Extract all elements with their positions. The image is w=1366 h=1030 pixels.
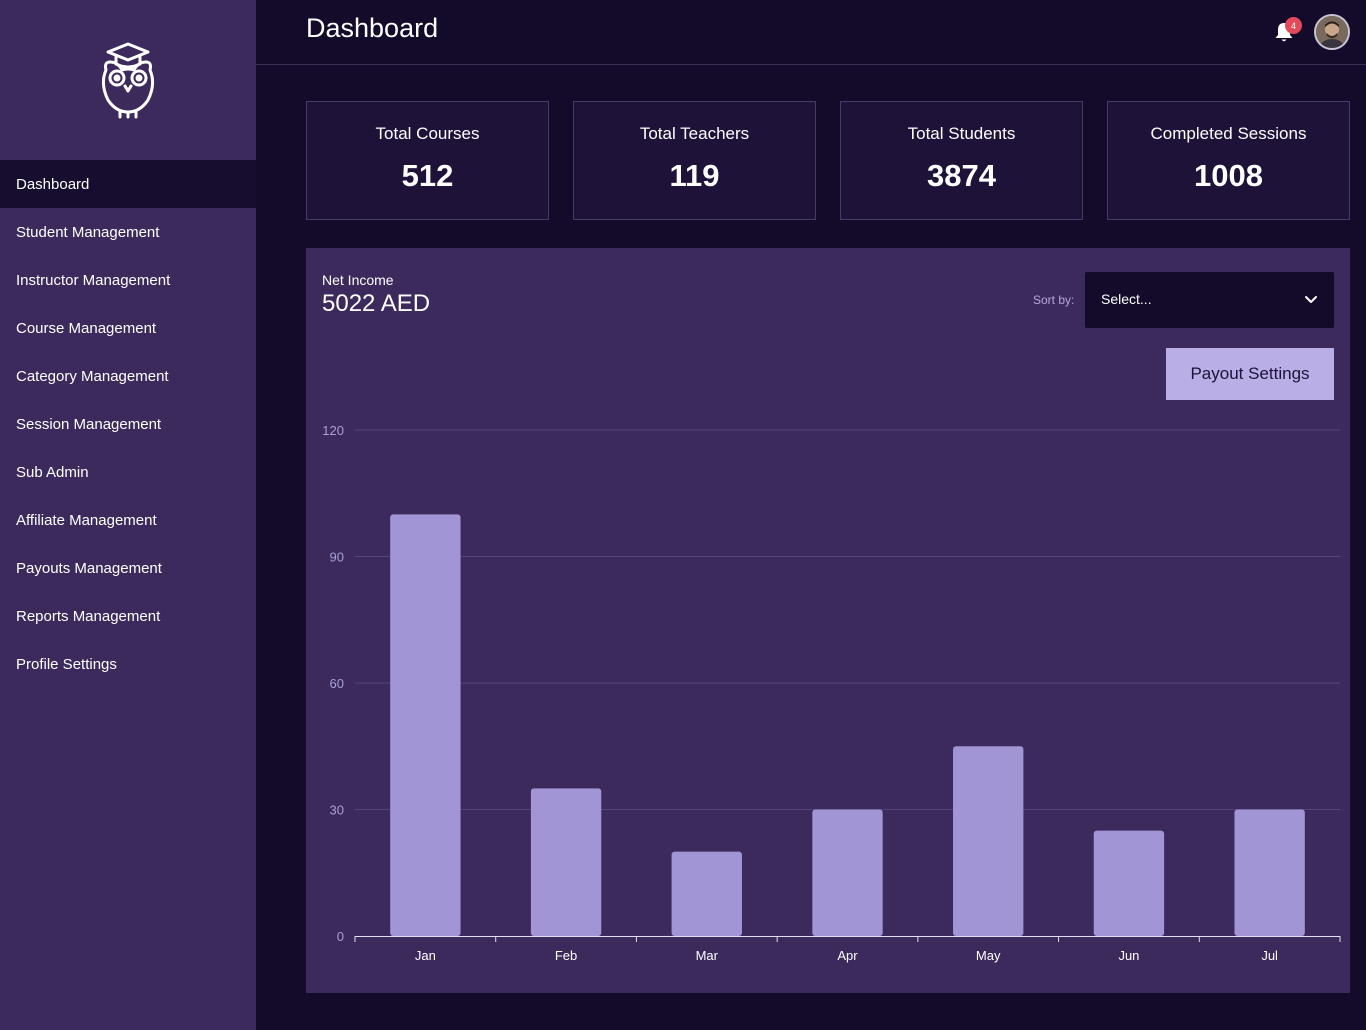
x-tick-label: Jun bbox=[1118, 948, 1139, 963]
logo bbox=[0, 0, 256, 160]
x-tick-label: Jan bbox=[415, 948, 436, 963]
stat-label: Total Students bbox=[907, 124, 1016, 143]
user-avatar-icon bbox=[1316, 16, 1348, 48]
top-header: Dashboard 4 bbox=[256, 0, 1366, 65]
sort-select[interactable]: Select... bbox=[1085, 272, 1334, 328]
stat-card-total-students: Total Students 3874 bbox=[840, 101, 1083, 220]
avatar[interactable] bbox=[1314, 14, 1350, 50]
chevron-down-icon bbox=[1305, 296, 1317, 303]
y-tick-label: 120 bbox=[322, 423, 344, 438]
sidebar-item-sub-admin[interactable]: Sub Admin bbox=[0, 448, 256, 496]
stat-label: Total Courses bbox=[375, 124, 480, 143]
stat-label: Total Teachers bbox=[639, 124, 750, 143]
sidebar-item-profile-settings[interactable]: Profile Settings bbox=[0, 640, 256, 688]
stat-value: 3874 bbox=[927, 158, 996, 193]
net-income-value: 5022 AED bbox=[322, 290, 431, 317]
notification-badge: 4 bbox=[1285, 17, 1302, 34]
bar bbox=[671, 851, 742, 936]
x-tick-label: Apr bbox=[837, 948, 858, 963]
stat-value: 1008 bbox=[1194, 158, 1263, 193]
sidebar-item-payouts-management[interactable]: Payouts Management bbox=[0, 544, 256, 592]
stat-label: Completed Sessions bbox=[1150, 124, 1307, 143]
notifications-button[interactable]: 4 bbox=[1273, 17, 1302, 44]
x-tick-label: Jul bbox=[1261, 948, 1278, 963]
stat-card-total-teachers: Total Teachers 119 bbox=[573, 101, 816, 220]
sidebar-item-reports-management[interactable]: Reports Management bbox=[0, 592, 256, 640]
y-tick-label: 0 bbox=[337, 929, 344, 944]
owl-logo-icon bbox=[101, 42, 155, 119]
stat-value: 119 bbox=[669, 158, 720, 193]
page-title: Dashboard bbox=[306, 13, 439, 43]
bar bbox=[953, 746, 1024, 936]
payout-settings-button[interactable]: Payout Settings bbox=[1166, 348, 1334, 400]
bar bbox=[812, 809, 883, 936]
sidebar-item-student-management[interactable]: Student Management bbox=[0, 208, 256, 256]
sidebar-item-affiliate-management[interactable]: Affiliate Management bbox=[0, 496, 256, 544]
x-tick-label: Mar bbox=[696, 948, 719, 963]
sidebar-nav: Dashboard Student Management Instructor … bbox=[0, 160, 256, 688]
bar bbox=[530, 788, 602, 936]
sort-by-label: Sort by: bbox=[1033, 293, 1075, 307]
stat-value: 512 bbox=[401, 158, 454, 193]
y-tick-label: 60 bbox=[330, 676, 344, 691]
sidebar-item-instructor-management[interactable]: Instructor Management bbox=[0, 256, 256, 304]
sidebar-item-course-management[interactable]: Course Management bbox=[0, 304, 256, 352]
x-tick-label: May bbox=[976, 948, 1001, 963]
net-income-label: Net Income bbox=[322, 272, 394, 288]
x-tick-label: Feb bbox=[555, 948, 577, 963]
stat-card-completed-sessions: Completed Sessions 1008 bbox=[1107, 101, 1350, 220]
sidebar-item-session-management[interactable]: Session Management bbox=[0, 400, 256, 448]
bar bbox=[1093, 830, 1165, 936]
sort-select-value: Select... bbox=[1101, 291, 1152, 307]
y-tick-label: 90 bbox=[330, 550, 344, 565]
sidebar: Dashboard Student Management Instructor … bbox=[0, 0, 256, 1030]
bar bbox=[1234, 809, 1305, 936]
net-income-panel: 0 30 60 90 120 Jan Feb Mar Apr May Jun Jul Net Inco… bbox=[306, 248, 1350, 993]
sidebar-item-dashboard[interactable]: Dashboard bbox=[0, 160, 256, 208]
stat-card-total-courses: Total Courses 512 bbox=[306, 101, 549, 220]
app-root: Dashboard Student Management Instructor … bbox=[0, 0, 1366, 1030]
bar bbox=[390, 514, 461, 936]
y-tick-label: 30 bbox=[330, 803, 344, 818]
sidebar-item-category-management[interactable]: Category Management bbox=[0, 352, 256, 400]
